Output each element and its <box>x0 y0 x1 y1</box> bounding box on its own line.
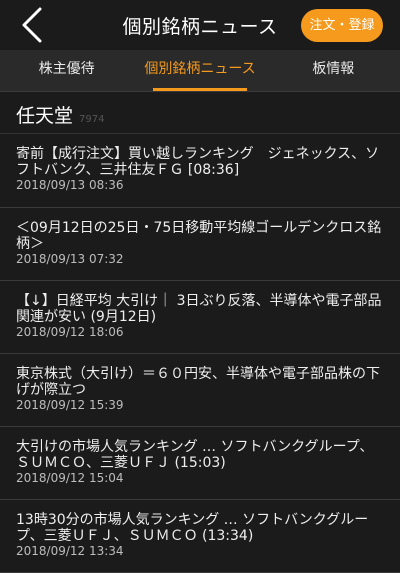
company-header: 任天堂 7974 <box>16 101 104 131</box>
news-headline: 大引けの市場人気ランキング … ソフトバンクグループ、ＳＵＭＣＯ、三菱ＵＦＪ (… <box>16 439 374 471</box>
news-date: 2018/09/13 07:32 <box>16 252 124 266</box>
order-register-button[interactable]: 注文・登録 <box>301 9 383 42</box>
news-date: 2018/09/12 15:04 <box>16 471 124 485</box>
news-item[interactable]: 13時30分の市場人気ランキング … ソフトバンクグループ、三菱ＵＦＪ、ＳＵＭＣ… <box>0 500 400 573</box>
company-name: 任天堂 <box>16 105 74 127</box>
stock-code: 7974 <box>79 114 105 125</box>
news-item[interactable]: ＜09月12日の25日・75日移動平均線ゴールデンクロス銘柄＞ 2018/09/… <box>0 208 400 281</box>
news-headline: 寄前【成行注文】買い越しランキング ジェネックス、ソフトバンク、三井住友ＦＧ [… <box>16 146 380 178</box>
tab-order-book[interactable]: 板情報 <box>267 50 400 91</box>
tab-shareholder-benefits[interactable]: 株主優待 <box>0 50 133 91</box>
news-date: 2018/09/12 13:34 <box>16 544 124 558</box>
tab-bar: 株主優待 個別銘柄ニュース 板情報 <box>0 50 400 92</box>
tab-stock-news[interactable]: 個別銘柄ニュース <box>133 50 266 91</box>
top-bar: 個別銘柄ニュース 注文・登録 <box>0 0 400 50</box>
news-date: 2018/09/12 15:39 <box>16 398 124 412</box>
news-headline: 【↓】日経平均 大引け｜ 3日ぶり反落、半導体や電子部品関連が安い (9月12日… <box>16 293 382 325</box>
news-headline: ＜09月12日の25日・75日移動平均線ゴールデンクロス銘柄＞ <box>16 220 382 252</box>
news-item[interactable]: 【↓】日経平均 大引け｜ 3日ぶり反落、半導体や電子部品関連が安い (9月12日… <box>0 281 400 354</box>
news-date: 2018/09/13 08:36 <box>16 178 124 192</box>
news-headline: 13時30分の市場人気ランキング … ソフトバンクグループ、三菱ＵＦＪ、ＳＵＭＣ… <box>16 512 369 544</box>
news-date: 2018/09/12 18:06 <box>16 325 124 339</box>
news-item[interactable]: 東京株式（大引け）＝６０円安、半導体や電子部品株の下げが際立つ 2018/09/… <box>0 354 400 427</box>
news-item[interactable]: 寄前【成行注文】買い越しランキング ジェネックス、ソフトバンク、三井住友ＦＧ [… <box>0 134 400 208</box>
news-item[interactable]: 大引けの市場人気ランキング … ソフトバンクグループ、ＳＵＭＣＯ、三菱ＵＦＪ (… <box>0 427 400 500</box>
news-list: 寄前【成行注文】買い越しランキング ジェネックス、ソフトバンク、三井住友ＦＧ [… <box>0 134 400 573</box>
news-headline: 東京株式（大引け）＝６０円安、半導体や電子部品株の下げが際立つ <box>16 366 380 398</box>
